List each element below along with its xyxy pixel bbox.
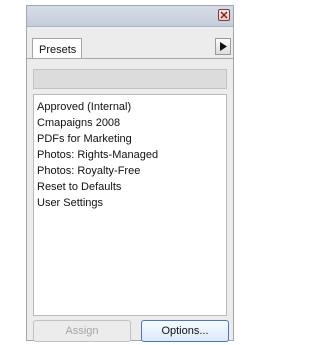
presets-panel: Presets Approved (Internal) Cmapaigns 20… bbox=[26, 5, 234, 342]
list-item[interactable]: User Settings bbox=[36, 195, 226, 211]
close-icon bbox=[220, 11, 228, 19]
list-item[interactable]: Approved (Internal) bbox=[36, 99, 226, 115]
preset-header-bar bbox=[33, 69, 227, 89]
tab-presets[interactable]: Presets bbox=[32, 38, 82, 58]
panel-titlebar[interactable] bbox=[27, 6, 233, 27]
panel-menu-button[interactable] bbox=[215, 38, 231, 55]
list-item[interactable]: Photos: Royalty-Free bbox=[36, 163, 226, 179]
options-button[interactable]: Options... bbox=[141, 320, 229, 342]
tab-divider bbox=[27, 58, 233, 59]
list-item[interactable]: Photos: Rights-Managed bbox=[36, 147, 226, 163]
list-item[interactable]: Cmapaigns 2008 bbox=[36, 115, 226, 131]
close-button[interactable] bbox=[218, 9, 230, 21]
presets-list[interactable]: Approved (Internal) Cmapaigns 2008 PDFs … bbox=[33, 94, 227, 316]
list-item[interactable]: Reset to Defaults bbox=[36, 179, 226, 195]
triangle-right-icon bbox=[220, 42, 227, 51]
assign-button[interactable]: Assign bbox=[33, 320, 131, 342]
list-item[interactable]: PDFs for Marketing bbox=[36, 131, 226, 147]
